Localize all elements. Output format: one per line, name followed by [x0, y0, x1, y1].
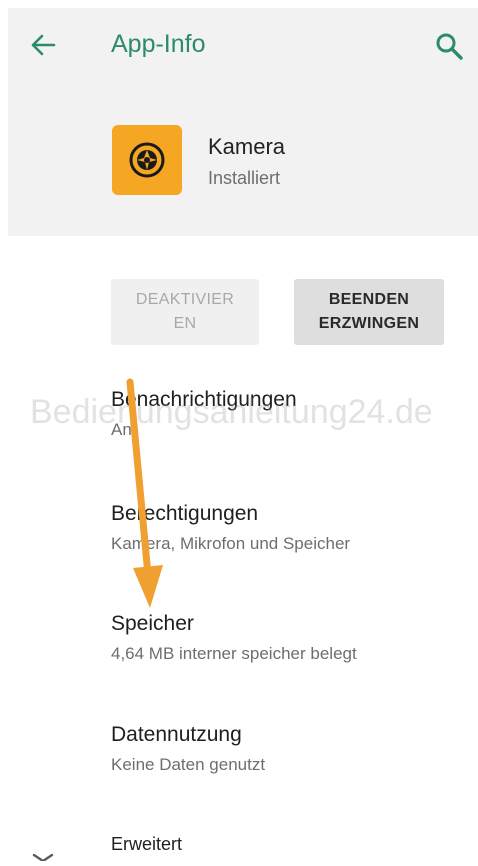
settings-item-advanced[interactable]: Erweitert: [111, 834, 182, 855]
app-info-header: [8, 8, 478, 236]
force-stop-button[interactable]: BEENDEN ERZWINGEN: [294, 279, 444, 345]
deactivate-button-label-line1: DEAKTIVIER: [135, 291, 235, 308]
force-stop-button-label-line1: BEENDEN: [328, 291, 410, 308]
app-icon: [112, 125, 182, 195]
search-icon: [436, 33, 463, 60]
deactivate-button-label-line2: EN: [173, 315, 197, 332]
arrow-back-icon: [31, 34, 56, 56]
camera-aperture-icon: [129, 142, 165, 178]
app-install-status: Installiert: [208, 168, 281, 188]
app-name: Kamera: [208, 134, 286, 159]
settings-item-title: Erweitert: [111, 834, 183, 854]
deactivate-button[interactable]: DEAKTIVIER EN: [111, 279, 259, 345]
settings-item-subtitle: Keine Daten genutzt: [111, 755, 266, 774]
settings-item-data-usage[interactable]: Datennutzung Keine Daten genutzt: [111, 723, 265, 775]
settings-item-title: Speicher: [111, 612, 194, 635]
settings-item-permissions[interactable]: Berechtigungen Kamera, Mikrofon und Spei…: [111, 502, 350, 554]
page-title: App-Info: [111, 30, 206, 58]
settings-item-notifications[interactable]: Benachrichtigungen An: [111, 388, 297, 440]
force-stop-button-label-line2: ERZWINGEN: [318, 315, 420, 332]
settings-item-title: Berechtigungen: [111, 502, 259, 525]
settings-item-subtitle: An: [111, 420, 132, 439]
settings-item-title: Benachrichtigungen: [111, 388, 297, 411]
settings-item-subtitle: Kamera, Mikrofon und Speicher: [111, 534, 351, 553]
search-button[interactable]: [432, 30, 466, 64]
settings-item-subtitle: 4,64 MB interner speicher belegt: [111, 644, 357, 663]
back-button[interactable]: [28, 30, 58, 60]
settings-item-title: Datennutzung: [111, 723, 242, 746]
chevron-down-icon: [32, 848, 54, 863]
settings-item-storage[interactable]: Speicher 4,64 MB interner speicher beleg…: [111, 612, 357, 664]
